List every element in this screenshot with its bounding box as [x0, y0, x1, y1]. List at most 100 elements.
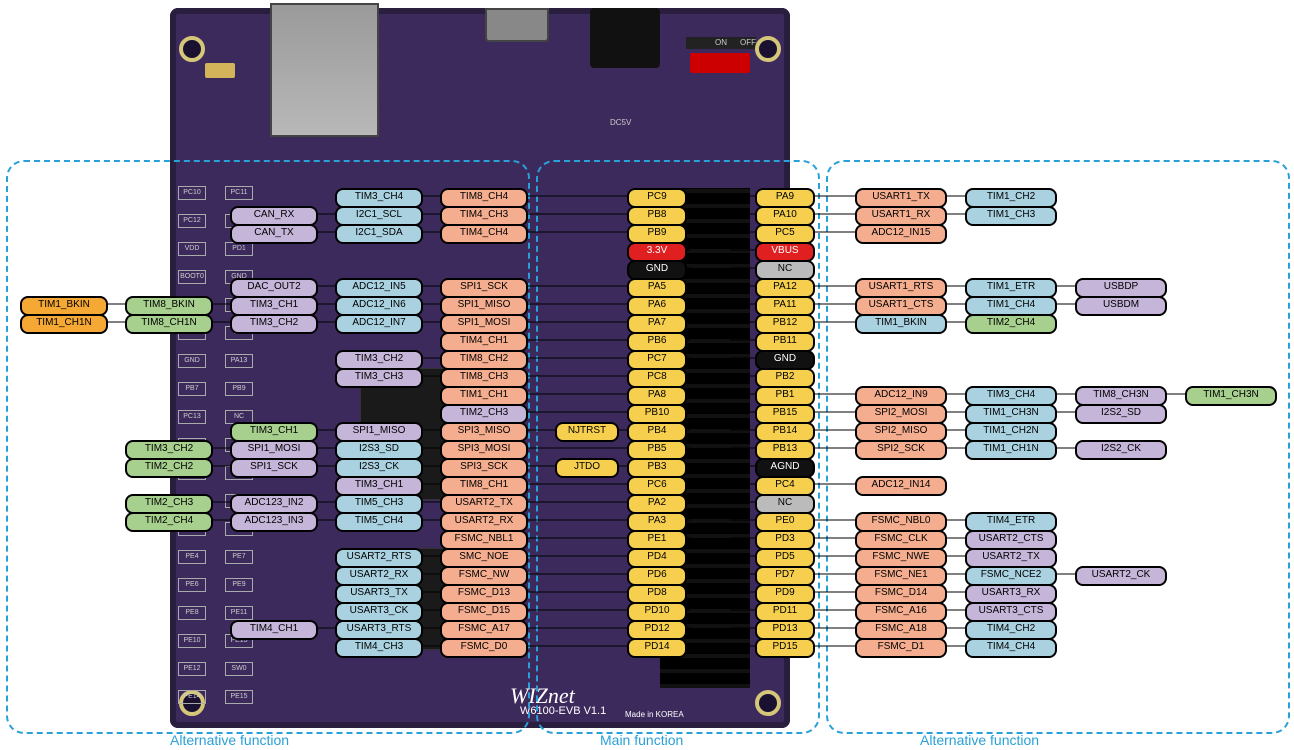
pin-fsmcd1: FSMC_D1	[855, 638, 947, 658]
pin-agnd: AGND	[755, 458, 815, 478]
pin-spi3miso: SPI3_MISO	[440, 422, 528, 442]
pin-tim1ch1n: TIM1_CH1N	[20, 314, 108, 334]
pin-usart3rts: USART3_RTS	[335, 620, 423, 640]
dc5v-label: DC5V	[610, 118, 631, 127]
pin-adc12in14: ADC12_IN14	[855, 476, 947, 496]
pin-pb15: PB15	[755, 404, 815, 424]
pin-pd13: PD13	[755, 620, 815, 640]
capacitor	[205, 63, 235, 78]
pin-smcnoe: SMC_NOE	[440, 548, 528, 568]
pin-tim4ch2: TIM4_CH2	[965, 620, 1057, 640]
pin-tim1ch3n: TIM1_CH3N	[965, 404, 1057, 424]
pin-fsmca16: FSMC_A16	[855, 602, 947, 622]
pin-tim1ch1: TIM1_CH1	[440, 386, 528, 406]
pin-tim3ch1: TIM3_CH1	[230, 296, 318, 316]
pin-fsmcne1: FSMC_NE1	[855, 566, 947, 586]
pin-tim1ch2: TIM1_CH2	[965, 188, 1057, 208]
pin-i2s3sd: I2S3_SD	[335, 440, 423, 460]
pin-njtrst: NJTRST	[555, 422, 619, 442]
pin-adc12in5: ADC12_IN5	[335, 278, 423, 298]
pin-tim1ch2n: TIM1_CH2N	[965, 422, 1057, 442]
pin-usart1cts: USART1_CTS	[855, 296, 947, 316]
pin-spi1sck: SPI1_SCK	[440, 278, 528, 298]
pin-cantx: CAN_TX	[230, 224, 318, 244]
pin-usart1rts: USART1_RTS	[855, 278, 947, 298]
pin-pb11: PB11	[755, 332, 815, 352]
pin-tim3ch4: TIM3_CH4	[965, 386, 1057, 406]
pin-pb13: PB13	[755, 440, 815, 460]
pin-usart1tx: USART1_TX	[855, 188, 947, 208]
pin-usart2cts: USART2_CTS	[965, 530, 1057, 550]
pin-tim8ch2: TIM8_CH2	[440, 350, 528, 370]
pin-tim4ch3: TIM4_CH3	[335, 638, 423, 658]
pin-spi3mosi: SPI3_MOSI	[440, 440, 528, 460]
pin-spi3sck: SPI3_SCK	[440, 458, 528, 478]
pin-pb12: PB12	[755, 314, 815, 334]
pin-fsmcd15: FSMC_D15	[440, 602, 528, 622]
pin-i2s2sd: I2S2_SD	[1075, 404, 1167, 424]
pin-tim8ch3n: TIM8_CH3N	[1075, 386, 1167, 406]
pin-fsmca17: FSMC_A17	[440, 620, 528, 640]
pin-tim5ch3: TIM5_CH3	[335, 494, 423, 514]
pin-tim4etr: TIM4_ETR	[965, 512, 1057, 532]
pin-tim8ch4: TIM8_CH4	[440, 188, 528, 208]
pin-spi1miso: SPI1_MISO	[335, 422, 423, 442]
pin-tim2ch4: TIM2_CH4	[125, 512, 213, 532]
pin-nc: NC	[755, 494, 815, 514]
pin-pe0: PE0	[755, 512, 815, 532]
pin-pd15: PD15	[755, 638, 815, 658]
pin-fsmcnce2: FSMC_NCE2	[965, 566, 1057, 586]
pin-usart3cts: USART3_CTS	[965, 602, 1057, 622]
pin-spi1mosi: SPI1_MOSI	[230, 440, 318, 460]
pin-gnd: GND	[755, 350, 815, 370]
pin-pc5: PC5	[755, 224, 815, 244]
pin-spi1sck: SPI1_SCK	[230, 458, 318, 478]
pin-tim3ch2: TIM3_CH2	[125, 440, 213, 460]
pin-usart2rts: USART2_RTS	[335, 548, 423, 568]
pin-pb1: PB1	[755, 386, 815, 406]
pin-tim4ch3: TIM4_CH3	[440, 206, 528, 226]
pin-spi2sck: SPI2_SCK	[855, 440, 947, 460]
pin-tim3ch1: TIM3_CH1	[335, 476, 423, 496]
pin-tim8ch1n: TIM8_CH1N	[125, 314, 213, 334]
pin-pd8: PD8	[627, 584, 687, 604]
pin-pe1: PE1	[627, 530, 687, 550]
pin-pd14: PD14	[627, 638, 687, 658]
pin-pd3: PD3	[755, 530, 815, 550]
pin-pd12: PD12	[627, 620, 687, 640]
pin-fsmcd0: FSMC_D0	[440, 638, 528, 658]
power-switch	[690, 53, 750, 73]
pin-tim3ch2: TIM3_CH2	[230, 314, 318, 334]
pin-fsmcnw: FSMC_NW	[440, 566, 528, 586]
pin-pb5: PB5	[627, 440, 687, 460]
pin-pa7: PA7	[627, 314, 687, 334]
pin-pa12: PA12	[755, 278, 815, 298]
alt-right-label: Alternative function	[920, 732, 1039, 748]
pin-tim3ch2: TIM3_CH2	[335, 350, 423, 370]
pin-pb14: PB14	[755, 422, 815, 442]
pin-spi1mosi: SPI1_MOSI	[440, 314, 528, 334]
pin-pa6: PA6	[627, 296, 687, 316]
pin-pb10: PB10	[627, 404, 687, 424]
pin-pd5: PD5	[755, 548, 815, 568]
pin-tim1ch4: TIM1_CH4	[965, 296, 1057, 316]
pin-tim1ch3: TIM1_CH3	[965, 206, 1057, 226]
pin-adc12in7: ADC12_IN7	[335, 314, 423, 334]
pin-pb4: PB4	[627, 422, 687, 442]
pin-usart2ck: USART2_CK	[1075, 566, 1167, 586]
pin-pc6: PC6	[627, 476, 687, 496]
pin-i2c1sda: I2C1_SDA	[335, 224, 423, 244]
pin-tim1ch3n: TIM1_CH3N	[1185, 386, 1277, 406]
pin-tim3ch1: TIM3_CH1	[230, 422, 318, 442]
pin-usart2rx: USART2_RX	[440, 512, 528, 532]
pin-fsmcnbl1: FSMC_NBL1	[440, 530, 528, 550]
pin-pd11: PD11	[755, 602, 815, 622]
pin-fsmca18: FSMC_A18	[855, 620, 947, 640]
pin-tim5ch4: TIM5_CH4	[335, 512, 423, 532]
pin-tim2ch4: TIM2_CH4	[965, 314, 1057, 334]
pin-tim3ch3: TIM3_CH3	[335, 368, 423, 388]
pin-usart1rx: USART1_RX	[855, 206, 947, 226]
pin-pd4: PD4	[627, 548, 687, 568]
alt-left-label: Alternative function	[170, 732, 289, 748]
pin-gnd: GND	[627, 260, 687, 280]
